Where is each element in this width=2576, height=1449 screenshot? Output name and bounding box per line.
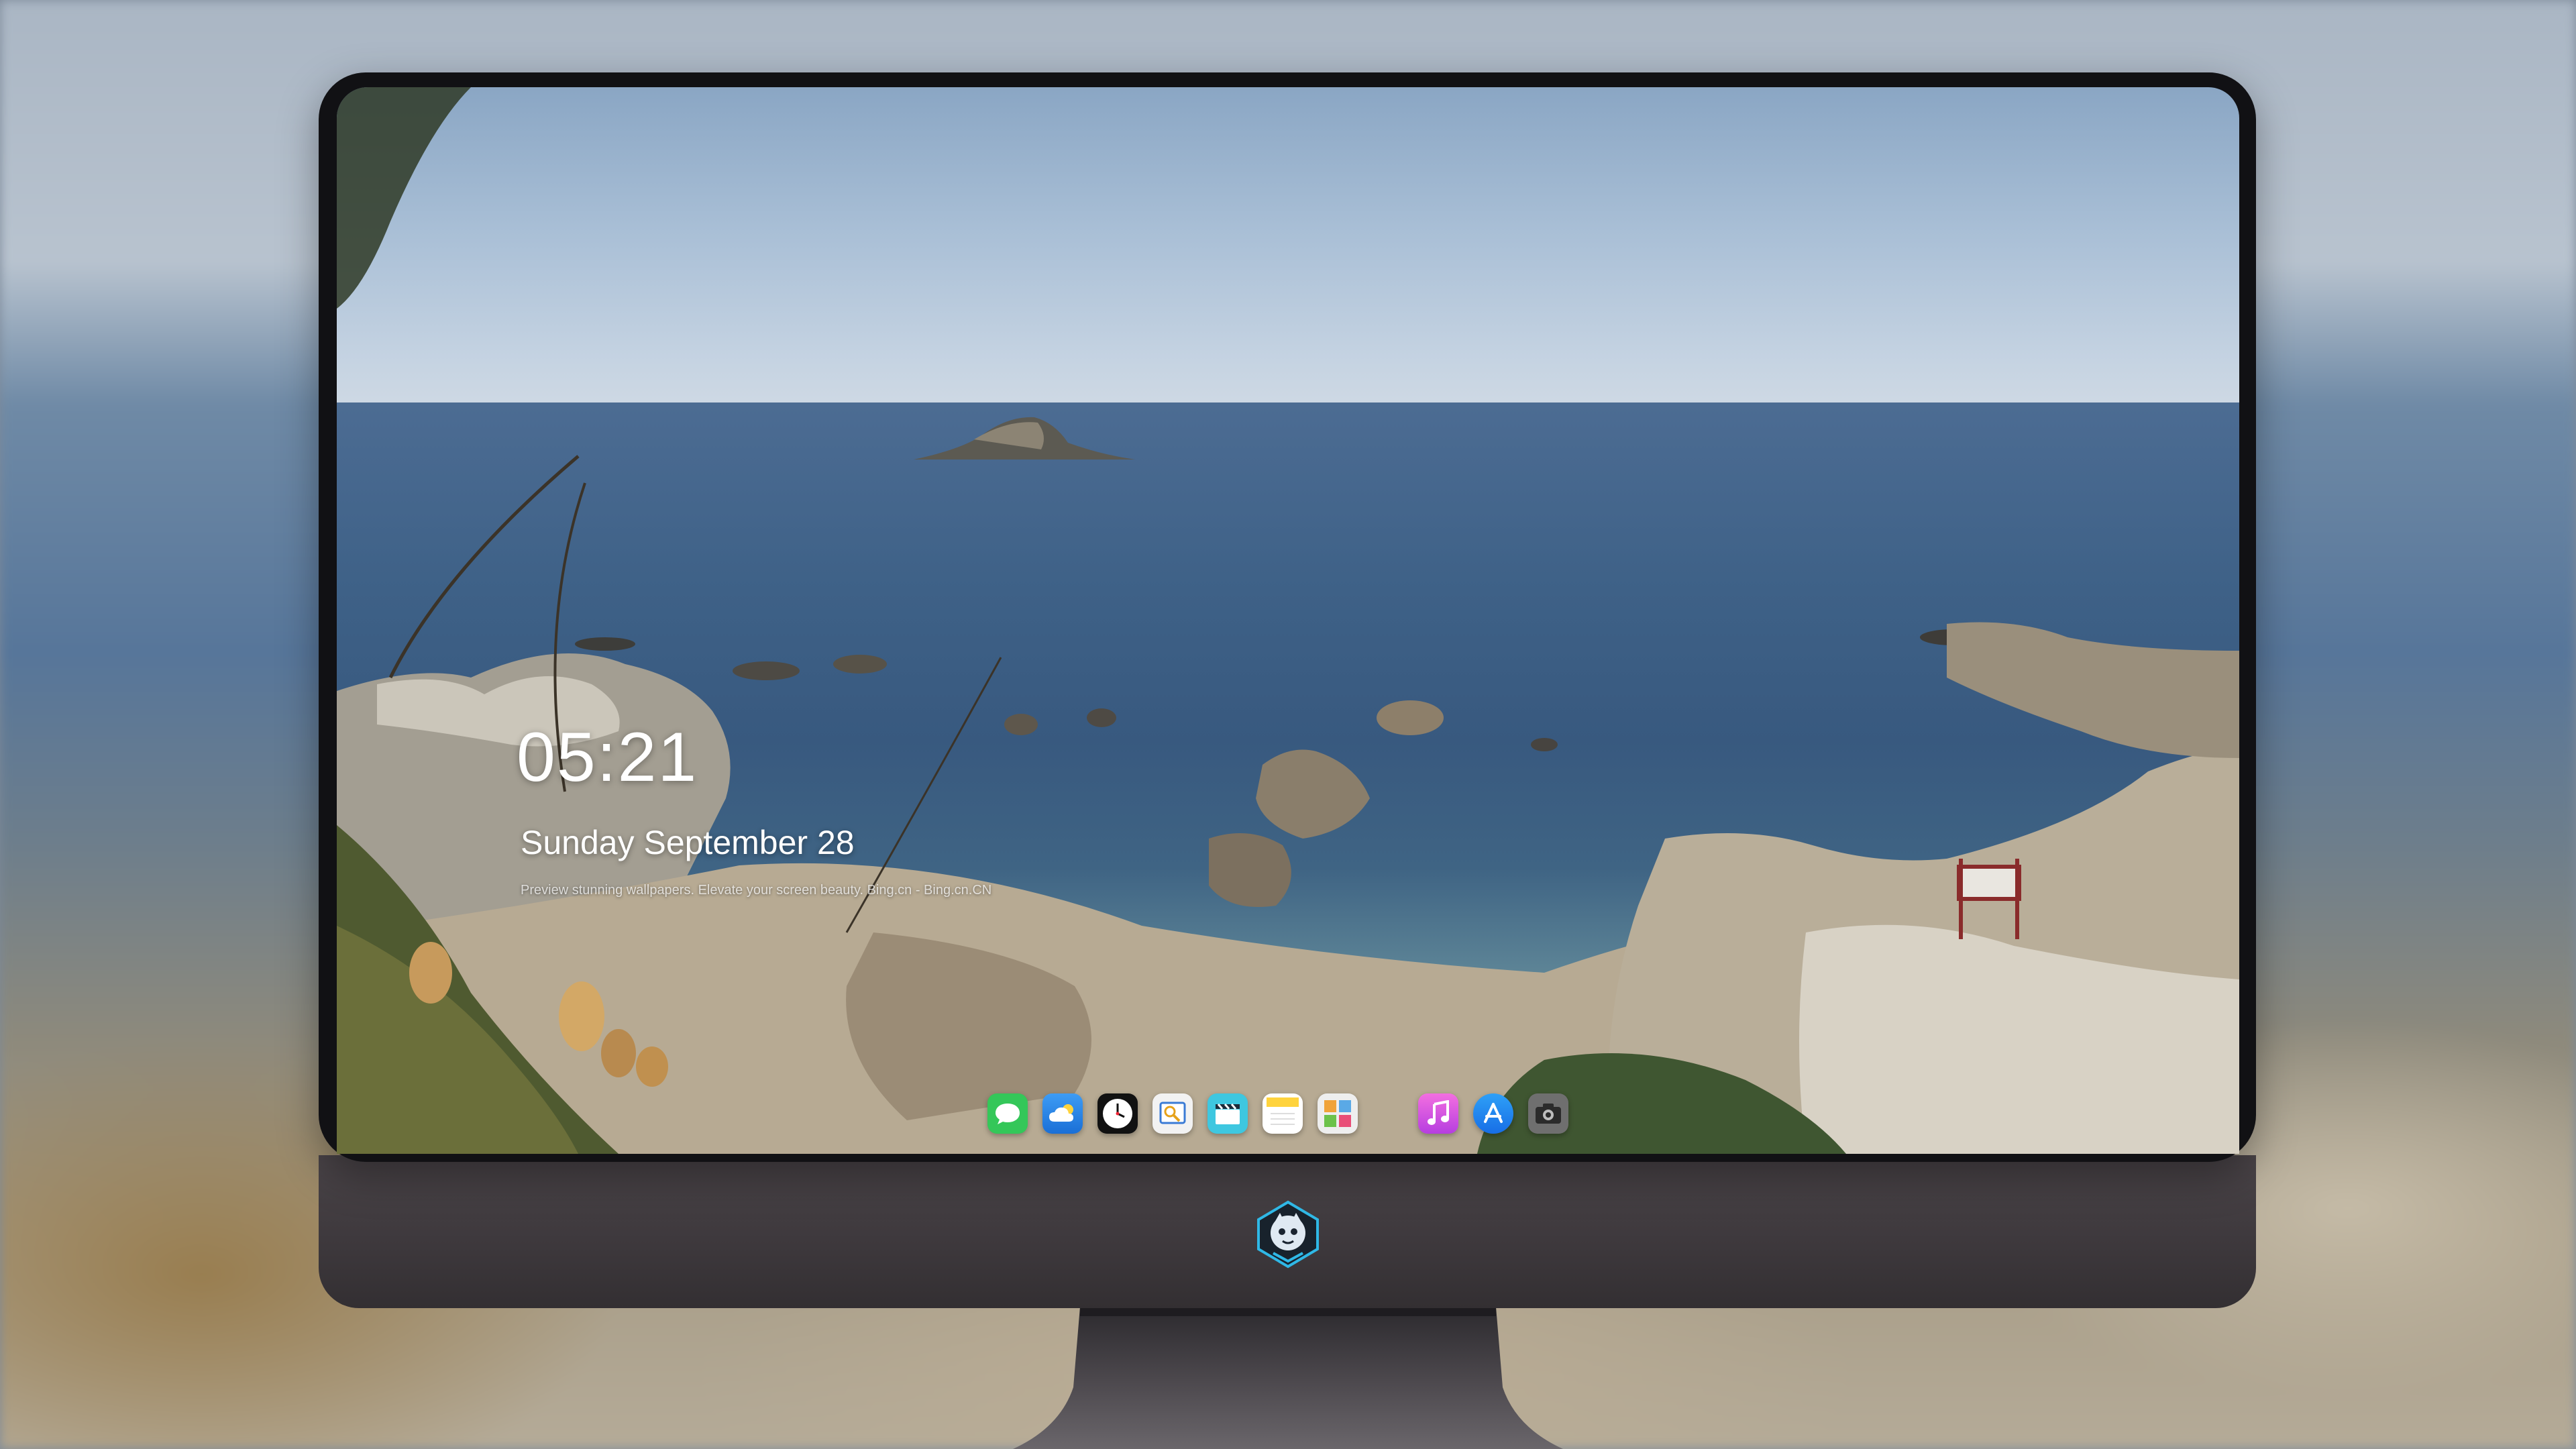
wallpaper-caption: Preview stunning wallpapers. Elevate you… <box>521 883 992 898</box>
messages-app-icon[interactable] <box>987 1093 1028 1134</box>
preview-icon[interactable] <box>1152 1093 1193 1134</box>
monitor-stand <box>1013 1307 1563 1449</box>
desktop-screen: 05:21 Sunday September 28 Preview stunni… <box>337 87 2239 1154</box>
camera-icon[interactable] <box>1528 1093 1568 1134</box>
lockscreen-date: Sunday September 28 <box>521 824 855 861</box>
lockscreen-time: 05:21 <box>517 718 698 796</box>
weather-cloud-icon[interactable] <box>1042 1093 1083 1134</box>
notes-icon[interactable] <box>1263 1093 1303 1134</box>
brand-logo-icon <box>1257 1200 1319 1269</box>
dock <box>987 1087 1568 1140</box>
wallpaper-landscape <box>337 87 2239 1154</box>
photo-grid-icon[interactable] <box>1318 1093 1358 1134</box>
clock-icon[interactable] <box>1097 1093 1138 1134</box>
music-note-icon[interactable] <box>1418 1093 1458 1134</box>
app-store-icon[interactable] <box>1473 1093 1513 1134</box>
clapperboard-icon[interactable] <box>1208 1093 1248 1134</box>
